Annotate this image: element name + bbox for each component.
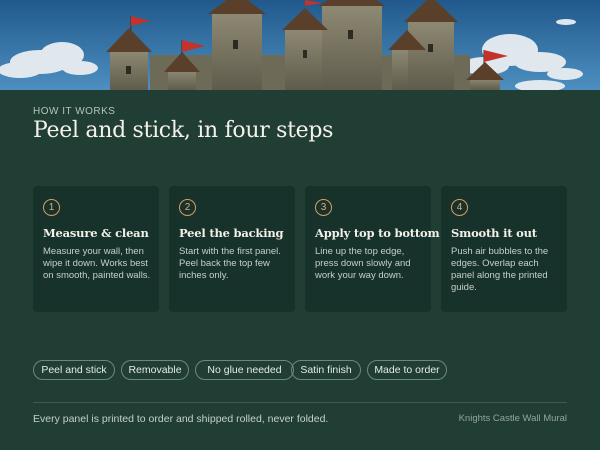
step-card-2: 2 Peel the backing Start with the first … <box>169 186 295 312</box>
step-description: Push air bubbles to the edges. Overlap e… <box>451 246 549 293</box>
step-number-badge: 3 <box>315 199 332 216</box>
step-title: Apply top to bottom <box>315 226 440 240</box>
step-description: Start with the first panel. Peel back th… <box>179 246 281 281</box>
step-number-badge: 2 <box>179 199 196 216</box>
step-card-1: 1 Measure & clean Measure your wall, the… <box>33 186 159 312</box>
step-description: Line up the top edge, press down slowly … <box>315 246 411 281</box>
hero-banner <box>0 0 600 90</box>
feature-tag: No glue needed <box>195 360 294 380</box>
step-card-3: 3 Apply top to bottom Line up the top ed… <box>305 186 440 312</box>
feature-tag: Made to order <box>367 360 447 380</box>
steps-row: 1 Measure & clean Measure your wall, the… <box>33 186 567 312</box>
shipping-note: Every panel is printed to order and ship… <box>33 413 329 425</box>
feature-tag: Peel and stick <box>33 360 115 380</box>
product-name: Knights Castle Wall Mural <box>458 413 567 424</box>
step-title: Peel the backing <box>179 226 284 240</box>
section-title: Peel and stick, in four steps <box>33 118 334 143</box>
feature-tag: Satin finish <box>291 360 361 380</box>
section-eyebrow: HOW IT WORKS <box>33 106 116 117</box>
step-title: Smooth it out <box>451 226 537 240</box>
castle-illustration <box>0 0 600 90</box>
step-number-badge: 1 <box>43 199 60 216</box>
step-description: Measure your wall, then wipe it down. Wo… <box>43 246 151 281</box>
feature-tag: Removable <box>121 360 189 380</box>
step-card-4: 4 Smooth it out Push air bubbles to the … <box>441 186 567 312</box>
footer-divider <box>33 402 567 403</box>
step-title: Measure & clean <box>43 226 149 240</box>
step-number-badge: 4 <box>451 199 468 216</box>
